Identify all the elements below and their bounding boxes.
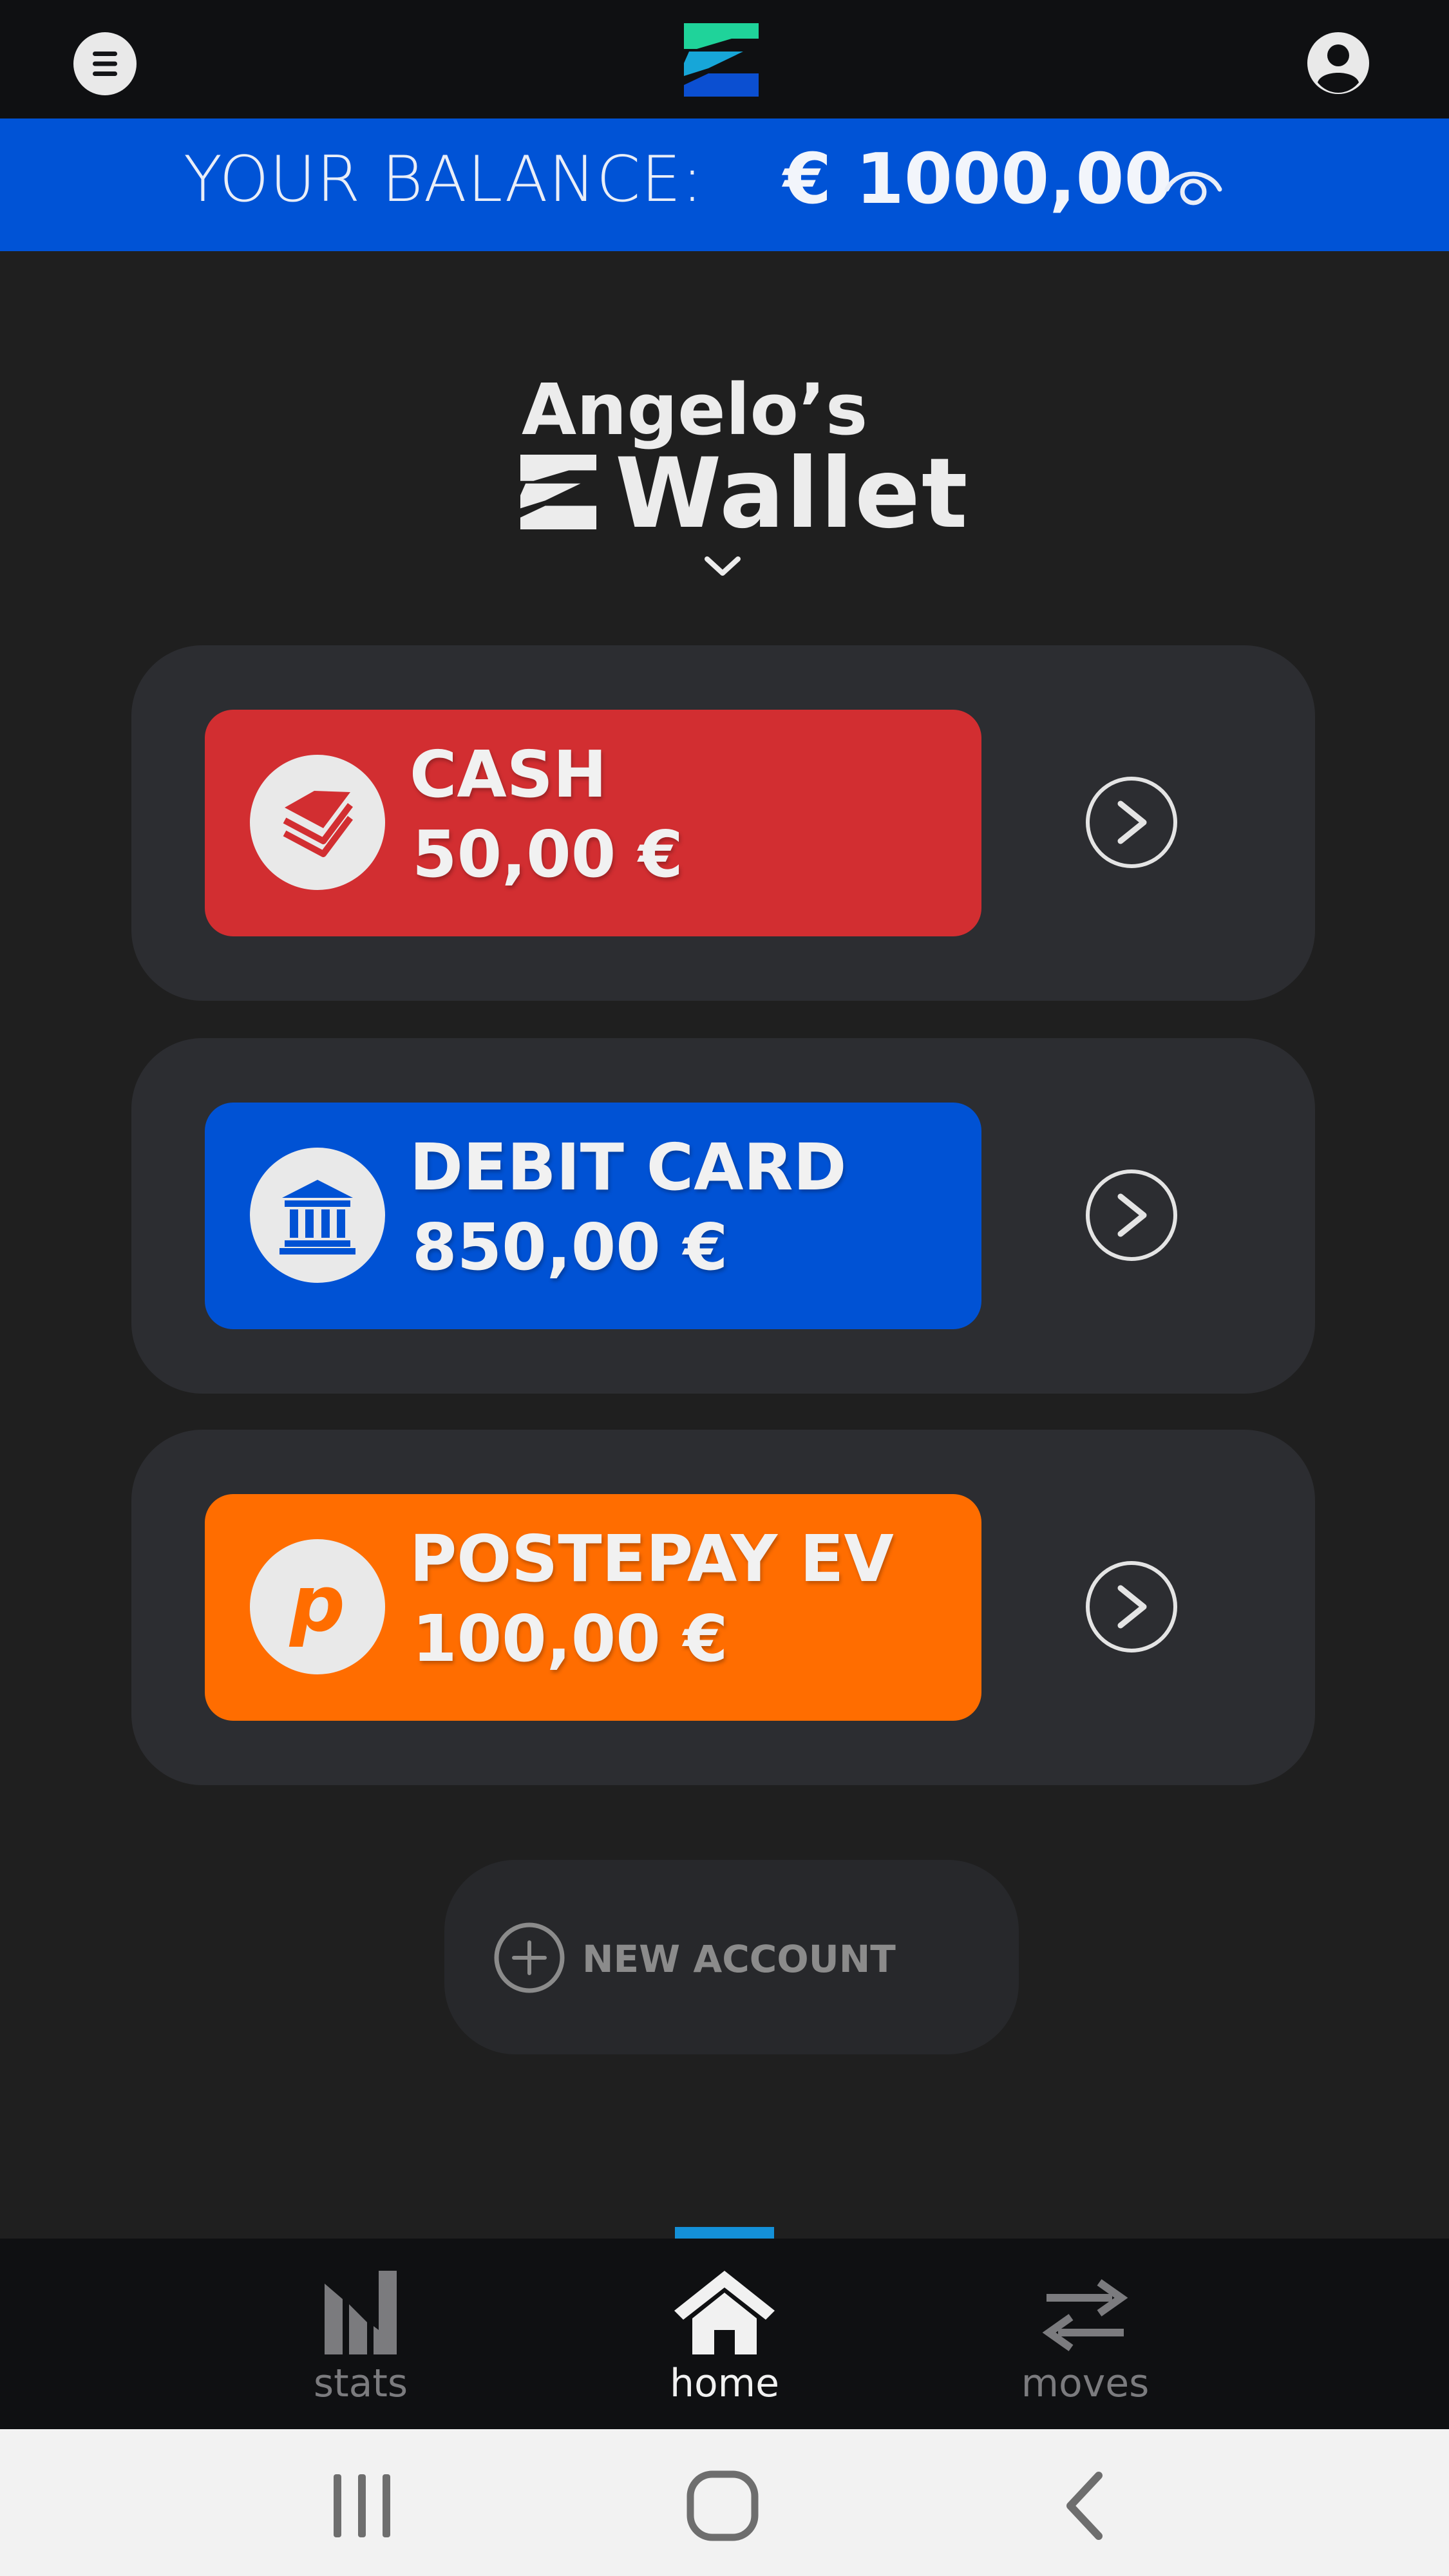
nav-label-home: home [669,2361,780,2406]
cash-stack-icon [250,755,385,890]
account-amount: 100,00 € [412,1601,728,1676]
nav-item-moves[interactable]: moves [969,2239,1201,2429]
chevron-right-circle-icon[interactable] [1084,1560,1179,1654]
account-panel-debit-card: DEBIT CARD 850,00 € [131,1038,1315,1394]
plus-circle-icon [494,1922,565,1993]
back-icon[interactable] [1048,2470,1126,2541]
nav-item-home[interactable]: home [609,2239,840,2429]
account-panel-cash: CASH 50,00 € [131,645,1315,1001]
active-tab-indicator [675,2227,774,2239]
svg-text:p: p [289,1560,345,1649]
chevron-right-circle-icon[interactable] [1084,775,1179,869]
wallet-logo-icon [520,455,596,529]
bottom-nav: stats home moves [0,2239,1449,2429]
postepay-p-icon: p [250,1539,385,1674]
system-nav-bar [0,2429,1449,2576]
user-profile-icon [1307,32,1369,94]
eye-icon[interactable] [1163,160,1224,211]
home-icon [674,2271,775,2354]
transfer-arrows-icon [1042,2279,1128,2351]
recents-icon[interactable] [323,2470,401,2541]
profile-button[interactable] [1306,31,1370,95]
new-account-button[interactable]: NEW ACCOUNT [444,1860,1019,2054]
nav-label-moves: moves [1021,2361,1150,2406]
bank-icon [250,1148,385,1283]
hamburger-menu-icon [93,52,117,76]
system-home-icon[interactable] [684,2470,761,2541]
account-name: DEBIT CARD [410,1130,847,1205]
chevron-down-icon[interactable] [702,553,743,580]
menu-button[interactable] [73,32,137,95]
app-logo-icon [684,23,759,97]
account-card-debit-card[interactable]: DEBIT CARD 850,00 € [205,1103,981,1329]
chevron-right-circle-icon[interactable] [1084,1168,1179,1262]
account-panel-postepay: p POSTEPAY EV 100,00 € [131,1430,1315,1785]
account-card-postepay[interactable]: p POSTEPAY EV 100,00 € [205,1494,981,1721]
account-name: POSTEPAY EV [410,1521,894,1596]
wallet-name: Wallet [615,438,969,550]
new-account-label: NEW ACCOUNT [582,1937,896,1981]
account-amount: 850,00 € [412,1209,728,1285]
nav-item-stats[interactable]: stats [245,2239,477,2429]
nav-label-stats: stats [313,2361,408,2406]
account-name: CASH [410,737,607,812]
balance-value: € 1000,00 [783,139,1173,220]
account-amount: 50,00 € [412,817,683,892]
balance-label: YOUR BALANCE: [184,143,704,216]
account-card-cash[interactable]: CASH 50,00 € [205,710,981,936]
stats-icon [325,2271,397,2354]
